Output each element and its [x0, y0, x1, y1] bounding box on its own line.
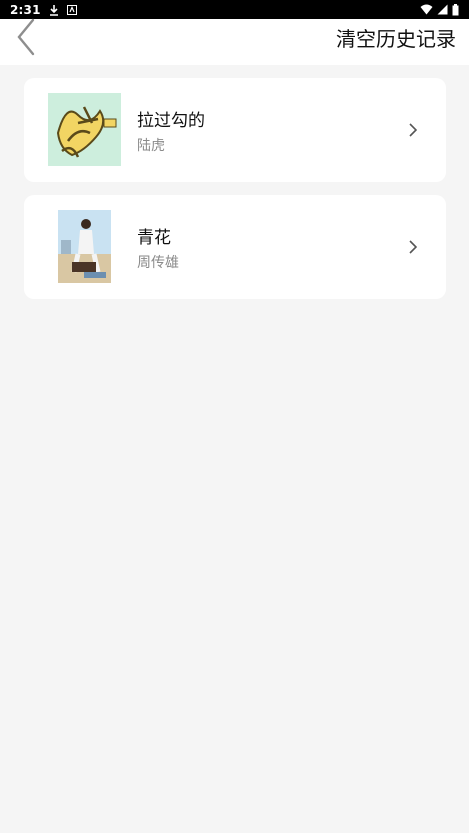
song-artist: 周传雄 [137, 255, 179, 271]
song-title: 拉过勾的 [137, 111, 205, 131]
status-time: 2:31 [10, 2, 41, 17]
back-button[interactable] [6, 18, 46, 60]
song-artist: 陆虎 [137, 138, 165, 154]
signal-icon [437, 4, 448, 15]
album-cover [58, 210, 111, 283]
status-bar: 2:31 [0, 0, 469, 19]
clear-history-button[interactable]: 清空历史记录 [336, 23, 456, 52]
download-icon [49, 4, 59, 16]
battery-icon [452, 3, 459, 16]
history-item[interactable]: 青花 周传雄 [24, 195, 446, 299]
chevron-right-icon [406, 239, 420, 255]
wifi-icon [420, 4, 433, 15]
song-title: 青花 [137, 228, 171, 248]
notification-icon [66, 4, 77, 15]
chevron-right-icon [406, 122, 420, 138]
chevron-left-icon [16, 18, 36, 60]
history-list: 拉过勾的 陆虎 青花 周传雄 [24, 78, 446, 312]
history-item[interactable]: 拉过勾的 陆虎 [24, 78, 446, 182]
album-cover [48, 93, 121, 166]
header: 清空历史记录 [0, 18, 469, 65]
